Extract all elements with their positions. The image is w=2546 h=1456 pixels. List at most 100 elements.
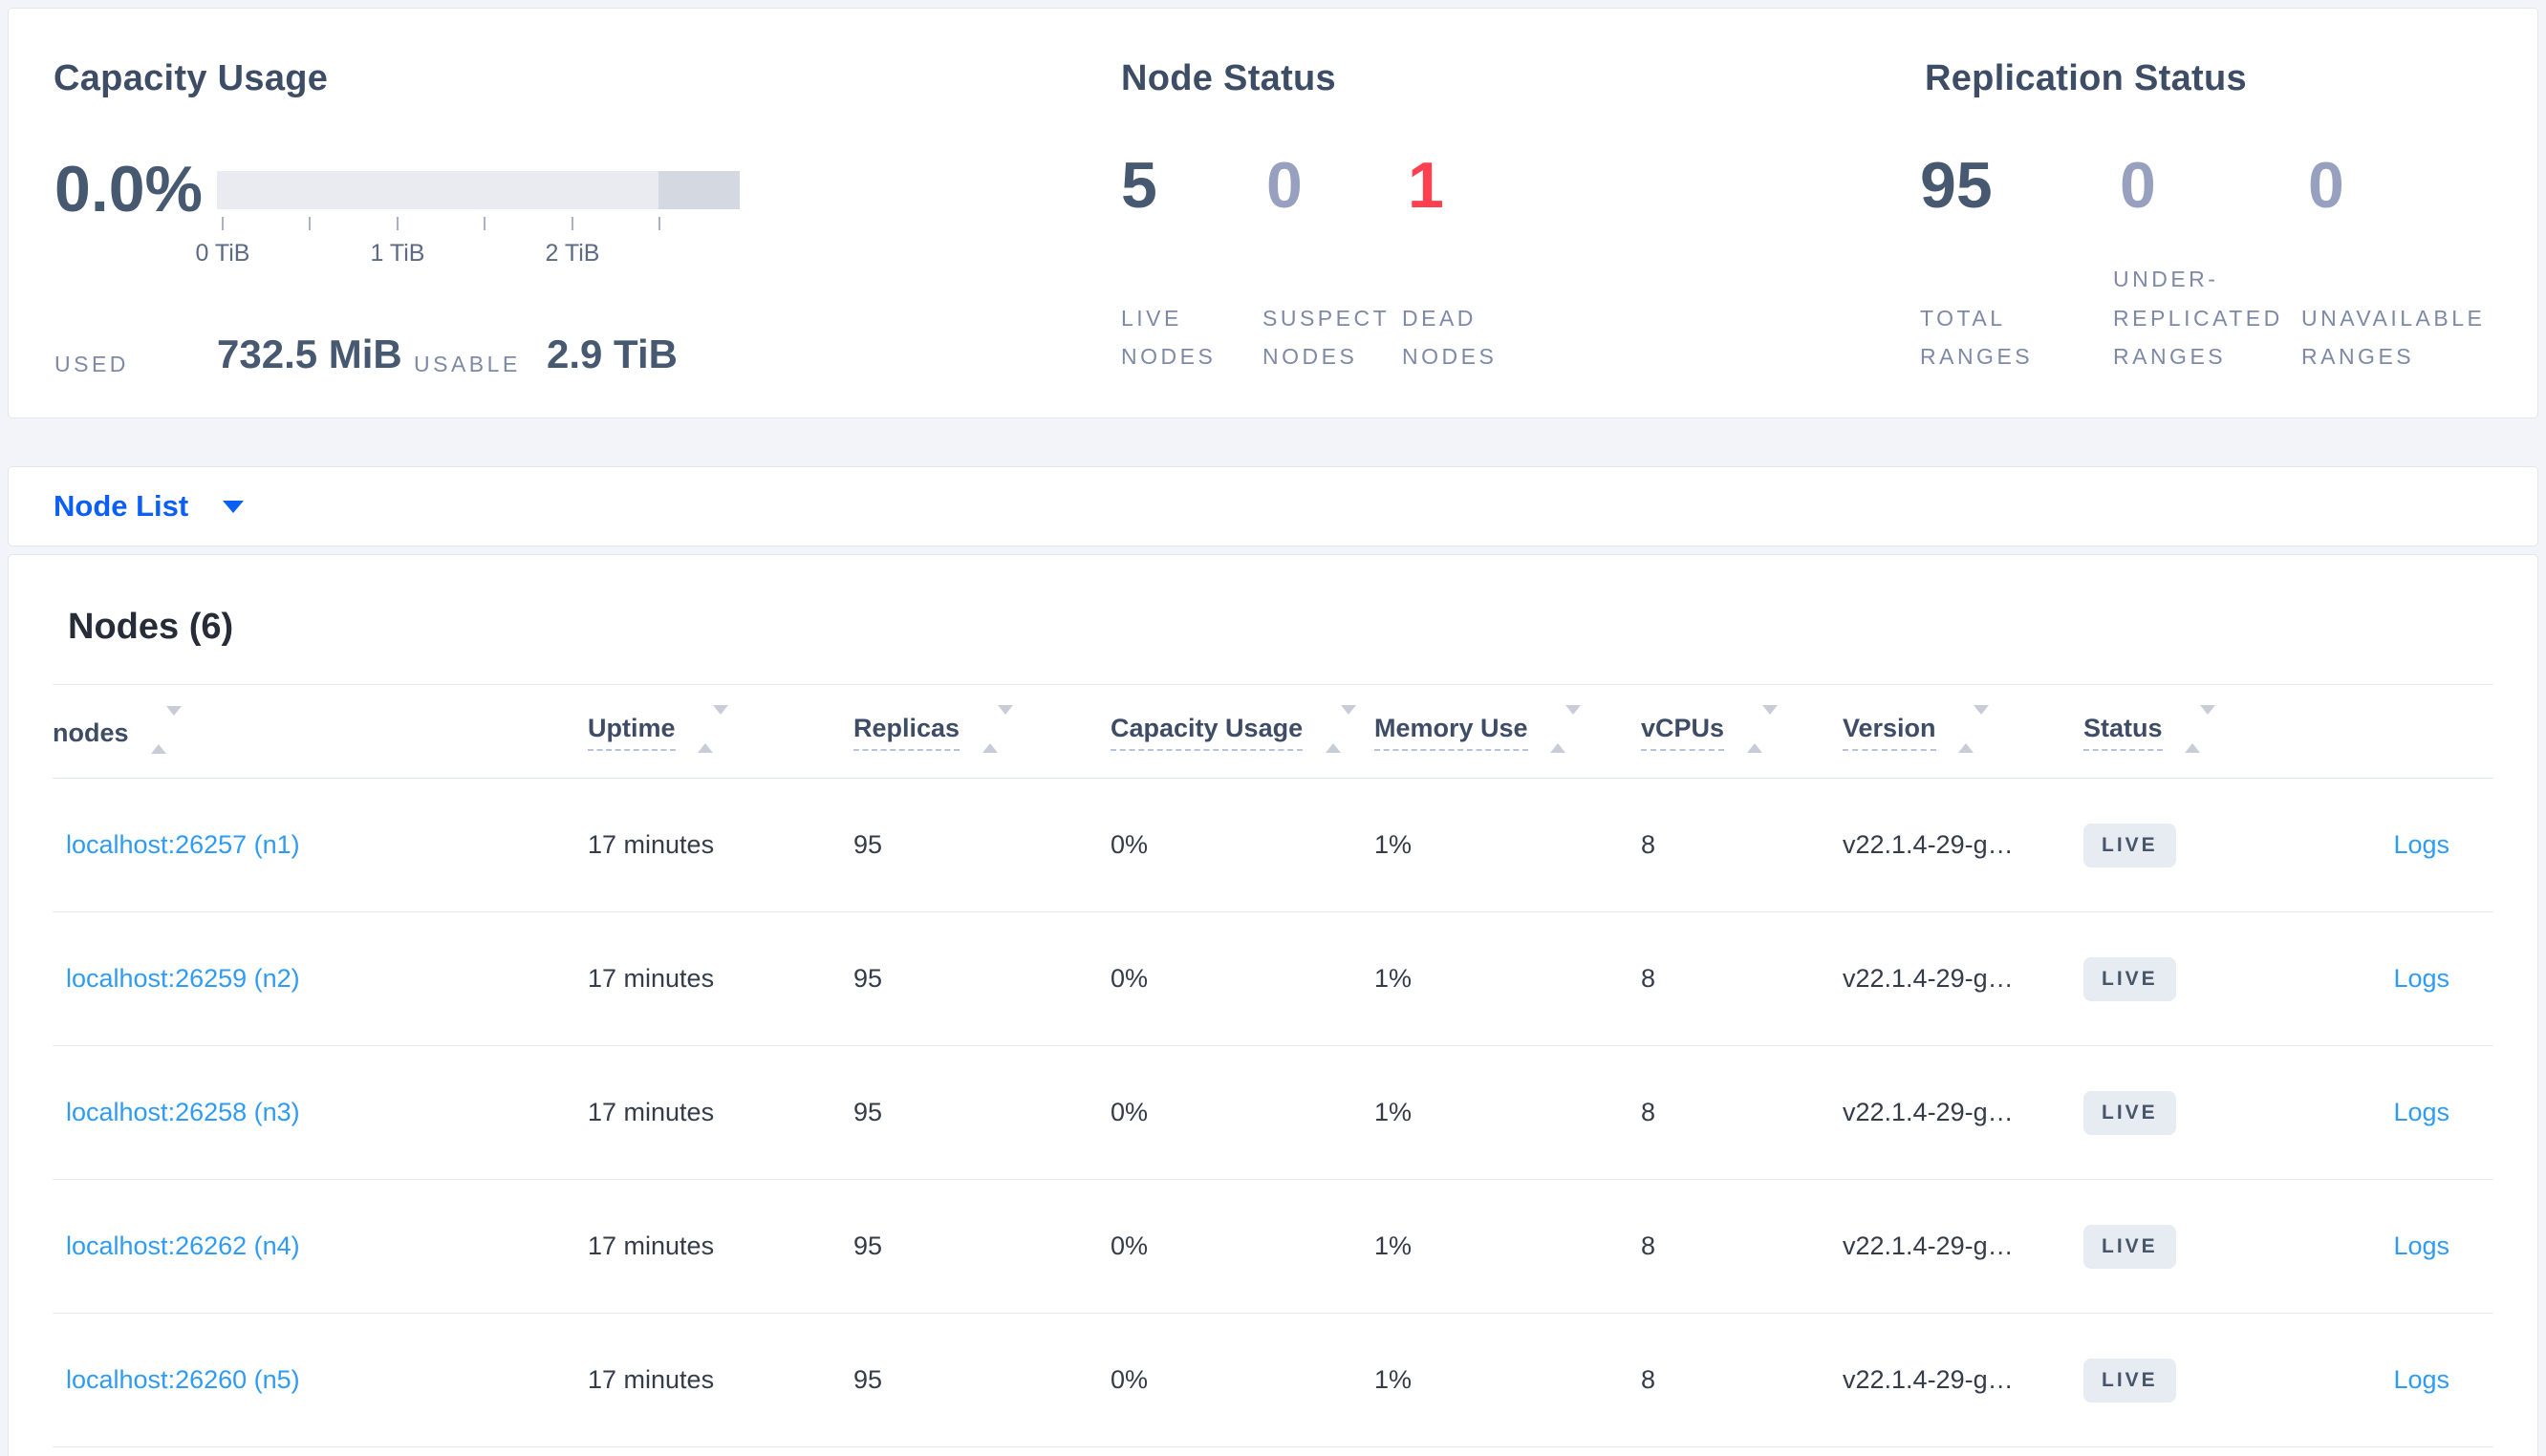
memory-cell: 1% xyxy=(1374,911,1641,1046)
status-badge: LIVE xyxy=(2083,1090,2176,1135)
logs-cell: Logs xyxy=(2313,1313,2493,1447)
logs-link[interactable]: Logs xyxy=(2393,1231,2449,1260)
version-cell: v22.1.4-29-g… xyxy=(1843,1045,2083,1180)
capacity-cell: 0% xyxy=(1111,1179,1374,1314)
used-value: 732.5 MiB xyxy=(217,332,402,376)
live-nodes-label: LIVE NODES xyxy=(1121,305,1217,369)
chevron-down-icon xyxy=(223,500,245,513)
table-row: localhost:26259 (n2) 17 minutes 95 0% 1%… xyxy=(53,911,2493,1046)
logs-link[interactable]: Logs xyxy=(2393,1365,2449,1394)
column-header-capacity-usage[interactable]: Capacity Usage xyxy=(1111,685,1374,779)
logs-cell: Logs xyxy=(2313,1045,2493,1180)
version-cell: v22.1.4-29-g… xyxy=(1843,1179,2083,1314)
node-link[interactable]: localhost:26260 (n5) xyxy=(66,1365,300,1394)
column-header-status[interactable]: Status xyxy=(2083,685,2313,779)
column-header-version[interactable]: Version xyxy=(1843,685,2083,779)
capacity-bar-other-segment xyxy=(658,171,740,209)
under-replicated-ranges-label: UNDER-REPLICATED RANGES xyxy=(2113,267,2283,369)
live-nodes-count: 5 xyxy=(1121,149,1157,222)
node-list-dropdown[interactable]: Node List xyxy=(54,489,245,524)
replicas-cell: 95 xyxy=(853,1179,1111,1314)
status-cell: LIVE xyxy=(2083,911,2313,1046)
table-header-row: nodes Uptime Replicas Capacity Usage Mem… xyxy=(53,684,2493,779)
column-header-nodes[interactable]: nodes xyxy=(53,685,588,779)
replicas-cell: 95 xyxy=(853,778,1111,912)
status-cell: LIVE xyxy=(2083,778,2313,912)
uptime-cell: 17 minutes xyxy=(588,1313,853,1447)
column-header-uptime[interactable]: Uptime xyxy=(588,685,853,779)
status-cell: LIVE xyxy=(2083,1045,2313,1180)
logs-cell: Logs xyxy=(2313,1179,2493,1314)
total-ranges-count: 95 xyxy=(1920,149,1993,222)
logs-link[interactable]: Logs xyxy=(2393,1098,2449,1126)
vcpus-cell: 8 xyxy=(1641,1179,1843,1314)
node-cell: localhost:26257 (n1) xyxy=(53,778,588,912)
node-link[interactable]: localhost:26258 (n3) xyxy=(66,1098,300,1126)
logs-cell: Logs xyxy=(2313,911,2493,1046)
column-header-replicas[interactable]: Replicas xyxy=(853,685,1111,779)
capacity-cell: 0% xyxy=(1111,1313,1374,1447)
status-badge: LIVE xyxy=(2083,823,2176,867)
nodes-table: nodes Uptime Replicas Capacity Usage Mem… xyxy=(53,684,2493,1447)
nodes-table-title: Nodes (6) xyxy=(68,607,234,647)
version-cell: v22.1.4-29-g… xyxy=(1843,778,2083,912)
capacity-tick xyxy=(572,217,573,230)
node-status-title: Node Status xyxy=(1121,58,1336,98)
summary-panel: Capacity Usage 0.0% 0 TiB 1 TiB 2 TiB US… xyxy=(8,8,2538,418)
replicas-cell: 95 xyxy=(853,1045,1111,1180)
column-header-logs xyxy=(2313,685,2493,779)
capacity-percent: 0.0% xyxy=(54,153,203,225)
memory-cell: 1% xyxy=(1374,1045,1641,1180)
column-header-memory-use[interactable]: Memory Use xyxy=(1374,685,1641,779)
column-header-vcpus[interactable]: vCPUs xyxy=(1641,685,1843,779)
unavailable-ranges-count: 0 xyxy=(2308,149,2344,222)
sort-icon xyxy=(698,705,729,753)
replicas-cell: 95 xyxy=(853,911,1111,1046)
usable-label: USABLE xyxy=(414,352,521,376)
used-label: USED xyxy=(54,352,129,376)
logs-link[interactable]: Logs xyxy=(2393,964,2449,993)
capacity-tick xyxy=(658,217,660,230)
node-link[interactable]: localhost:26257 (n1) xyxy=(66,830,300,859)
node-cell: localhost:26258 (n3) xyxy=(53,1045,588,1180)
sort-icon xyxy=(2185,705,2216,753)
capacity-tick-label: 2 TiB xyxy=(545,240,600,267)
capacity-tick xyxy=(309,217,311,230)
total-ranges-label: TOTAL RANGES xyxy=(1920,305,2034,369)
capacity-tick xyxy=(397,217,399,230)
vcpus-cell: 8 xyxy=(1641,1313,1843,1447)
memory-cell: 1% xyxy=(1374,1313,1641,1447)
uptime-cell: 17 minutes xyxy=(588,1179,853,1314)
capacity-cell: 0% xyxy=(1111,1045,1374,1180)
logs-cell: Logs xyxy=(2313,778,2493,912)
status-badge: LIVE xyxy=(2083,1358,2176,1402)
dead-nodes-label: DEAD NODES xyxy=(1402,305,1498,369)
view-selector-bar: Node List xyxy=(8,466,2538,546)
capacity-cell: 0% xyxy=(1111,778,1374,912)
vcpus-cell: 8 xyxy=(1641,911,1843,1046)
table-row: localhost:26262 (n4) 17 minutes 95 0% 1%… xyxy=(53,1179,2493,1314)
capacity-tick-label: 1 TiB xyxy=(370,240,425,267)
sort-icon xyxy=(1550,705,1582,753)
sort-icon xyxy=(1325,705,1356,753)
capacity-tick xyxy=(484,217,485,230)
node-link[interactable]: localhost:26259 (n2) xyxy=(66,964,300,993)
capacity-cell: 0% xyxy=(1111,911,1374,1046)
capacity-tick-label: 0 TiB xyxy=(195,240,250,267)
version-cell: v22.1.4-29-g… xyxy=(1843,911,2083,1046)
memory-cell: 1% xyxy=(1374,1179,1641,1314)
table-row: localhost:26260 (n5) 17 minutes 95 0% 1%… xyxy=(53,1313,2493,1447)
suspect-nodes-label: SUSPECT NODES xyxy=(1262,305,1390,369)
unavailable-ranges-label: UNAVAILABLE RANGES xyxy=(2301,305,2486,369)
capacity-usage-title: Capacity Usage xyxy=(54,58,329,98)
vcpus-cell: 8 xyxy=(1641,778,1843,912)
node-link[interactable]: localhost:26262 (n4) xyxy=(66,1231,300,1260)
table-row: localhost:26257 (n1) 17 minutes 95 0% 1%… xyxy=(53,778,2493,912)
logs-link[interactable]: Logs xyxy=(2393,830,2449,859)
vcpus-cell: 8 xyxy=(1641,1045,1843,1180)
capacity-bar xyxy=(217,171,740,209)
sort-icon xyxy=(1958,705,1990,753)
node-cell: localhost:26262 (n4) xyxy=(53,1179,588,1314)
node-cell: localhost:26259 (n2) xyxy=(53,911,588,1046)
memory-cell: 1% xyxy=(1374,778,1641,912)
